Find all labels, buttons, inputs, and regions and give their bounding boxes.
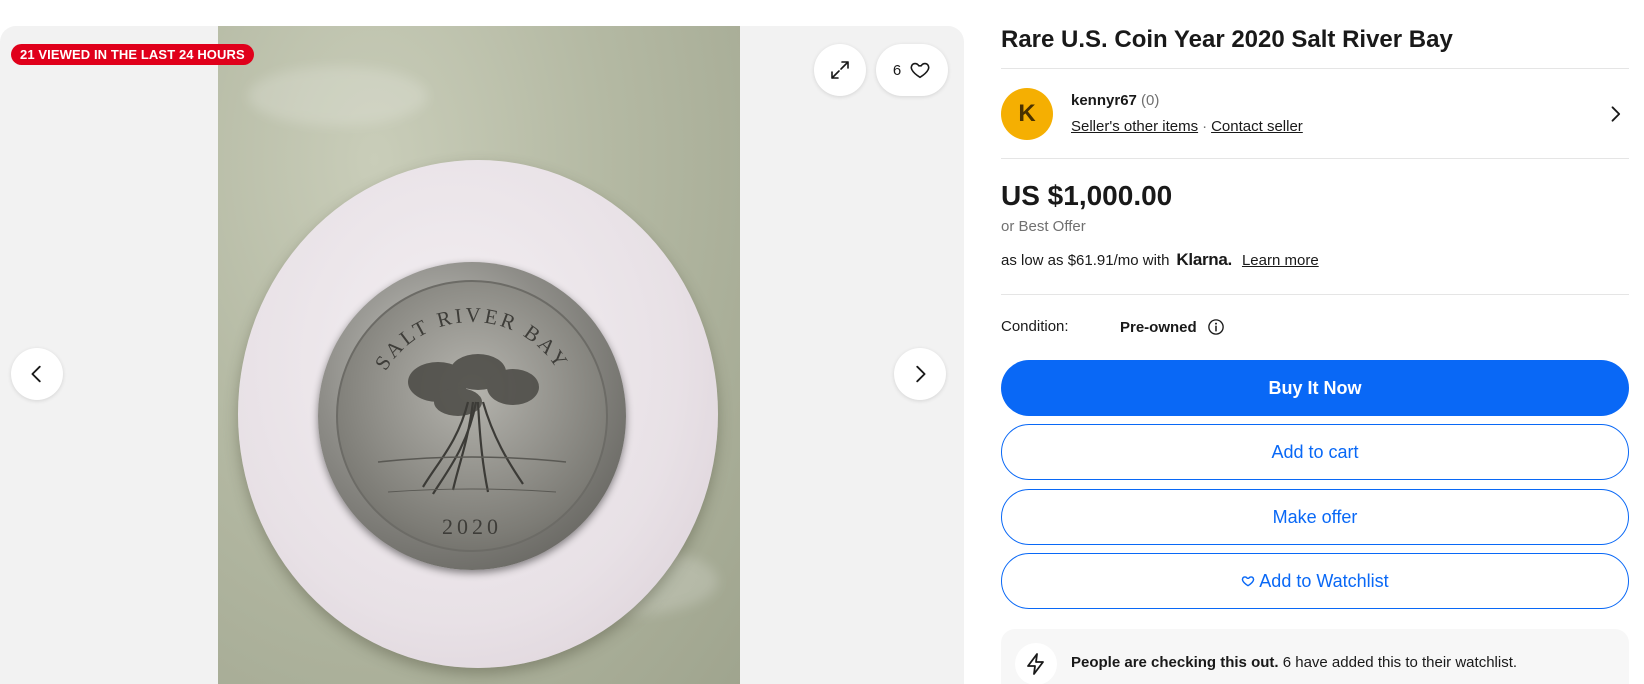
condition-value: Pre-owned bbox=[1120, 318, 1225, 336]
expand-icon bbox=[831, 61, 849, 79]
image-gallery: SALT RIVER BAY 2020 21 VIEWED IN THE LAS… bbox=[0, 26, 964, 684]
klarna-logo: Klarna. bbox=[1176, 250, 1232, 269]
divider bbox=[1001, 158, 1629, 159]
listing-title: Rare U.S. Coin Year 2020 Salt River Bay bbox=[1001, 26, 1453, 53]
alert-detail: 6 have added this to their watchlist. bbox=[1278, 654, 1518, 671]
separator: · bbox=[1202, 118, 1208, 135]
seller-feedback-score: (0) bbox=[1141, 92, 1160, 109]
heart-icon bbox=[910, 62, 930, 79]
heart-icon bbox=[1242, 576, 1255, 587]
previous-image-button[interactable] bbox=[11, 348, 63, 400]
condition-text: Pre-owned bbox=[1120, 318, 1197, 336]
learn-more-link[interactable]: Learn more bbox=[1242, 252, 1319, 269]
item-photo[interactable]: SALT RIVER BAY 2020 bbox=[218, 26, 740, 684]
make-offer-button[interactable]: Make offer bbox=[1001, 489, 1629, 545]
expand-button[interactable] bbox=[814, 44, 866, 96]
seller-links: Seller's other items · Contact seller bbox=[1071, 118, 1303, 135]
add-to-watchlist-button[interactable]: Add to Watchlist bbox=[1001, 553, 1629, 609]
alert-text: People are checking this out. 6 have add… bbox=[1071, 654, 1517, 671]
alert-icon-wrap bbox=[1015, 643, 1057, 684]
seller-name[interactable]: kennyr67 (0) bbox=[1071, 92, 1159, 109]
activity-alert: People are checking this out. 6 have add… bbox=[1001, 629, 1629, 684]
divider bbox=[1001, 294, 1629, 295]
contact-seller-link[interactable]: Contact seller bbox=[1211, 118, 1303, 135]
item-price: US $1,000.00 bbox=[1001, 180, 1173, 211]
coin-year: 2020 bbox=[442, 514, 502, 539]
fabric-texture bbox=[248, 66, 428, 126]
chevron-left-icon bbox=[31, 365, 41, 383]
seller-other-items-link[interactable]: Seller's other items bbox=[1071, 118, 1198, 135]
condition-label: Condition: bbox=[1001, 318, 1069, 335]
seller-card[interactable]: K kennyr67 (0) Seller's other items · Cont… bbox=[1001, 88, 1629, 142]
watch-count-button[interactable]: 6 bbox=[876, 44, 948, 96]
add-to-cart-button[interactable]: Add to cart bbox=[1001, 424, 1629, 480]
coin: SALT RIVER BAY 2020 bbox=[318, 262, 626, 570]
alert-headline: People are checking this out. bbox=[1071, 654, 1279, 671]
info-icon[interactable] bbox=[1207, 318, 1225, 336]
financing-line: as low as $61.91/mo with Klarna. Learn m… bbox=[1001, 250, 1319, 270]
seller-avatar: K bbox=[1001, 88, 1053, 140]
chevron-right-icon[interactable] bbox=[1605, 104, 1625, 124]
lightning-icon bbox=[1027, 653, 1044, 675]
divider bbox=[1001, 68, 1629, 69]
seller-username[interactable]: kennyr67 bbox=[1071, 92, 1137, 109]
coin-holder: SALT RIVER BAY 2020 bbox=[238, 160, 718, 668]
buy-it-now-button[interactable]: Buy It Now bbox=[1001, 360, 1629, 416]
chevron-right-icon bbox=[916, 365, 926, 383]
best-offer-note: or Best Offer bbox=[1001, 218, 1086, 235]
next-image-button[interactable] bbox=[894, 348, 946, 400]
coin-engraving: SALT RIVER BAY 2020 bbox=[370, 303, 571, 539]
views-badge: 21 VIEWED IN THE LAST 24 HOURS bbox=[11, 44, 254, 65]
watch-count: 6 bbox=[892, 61, 902, 79]
add-to-watchlist-label: Add to Watchlist bbox=[1259, 570, 1389, 591]
financing-text: as low as $61.91/mo with bbox=[1001, 252, 1170, 269]
